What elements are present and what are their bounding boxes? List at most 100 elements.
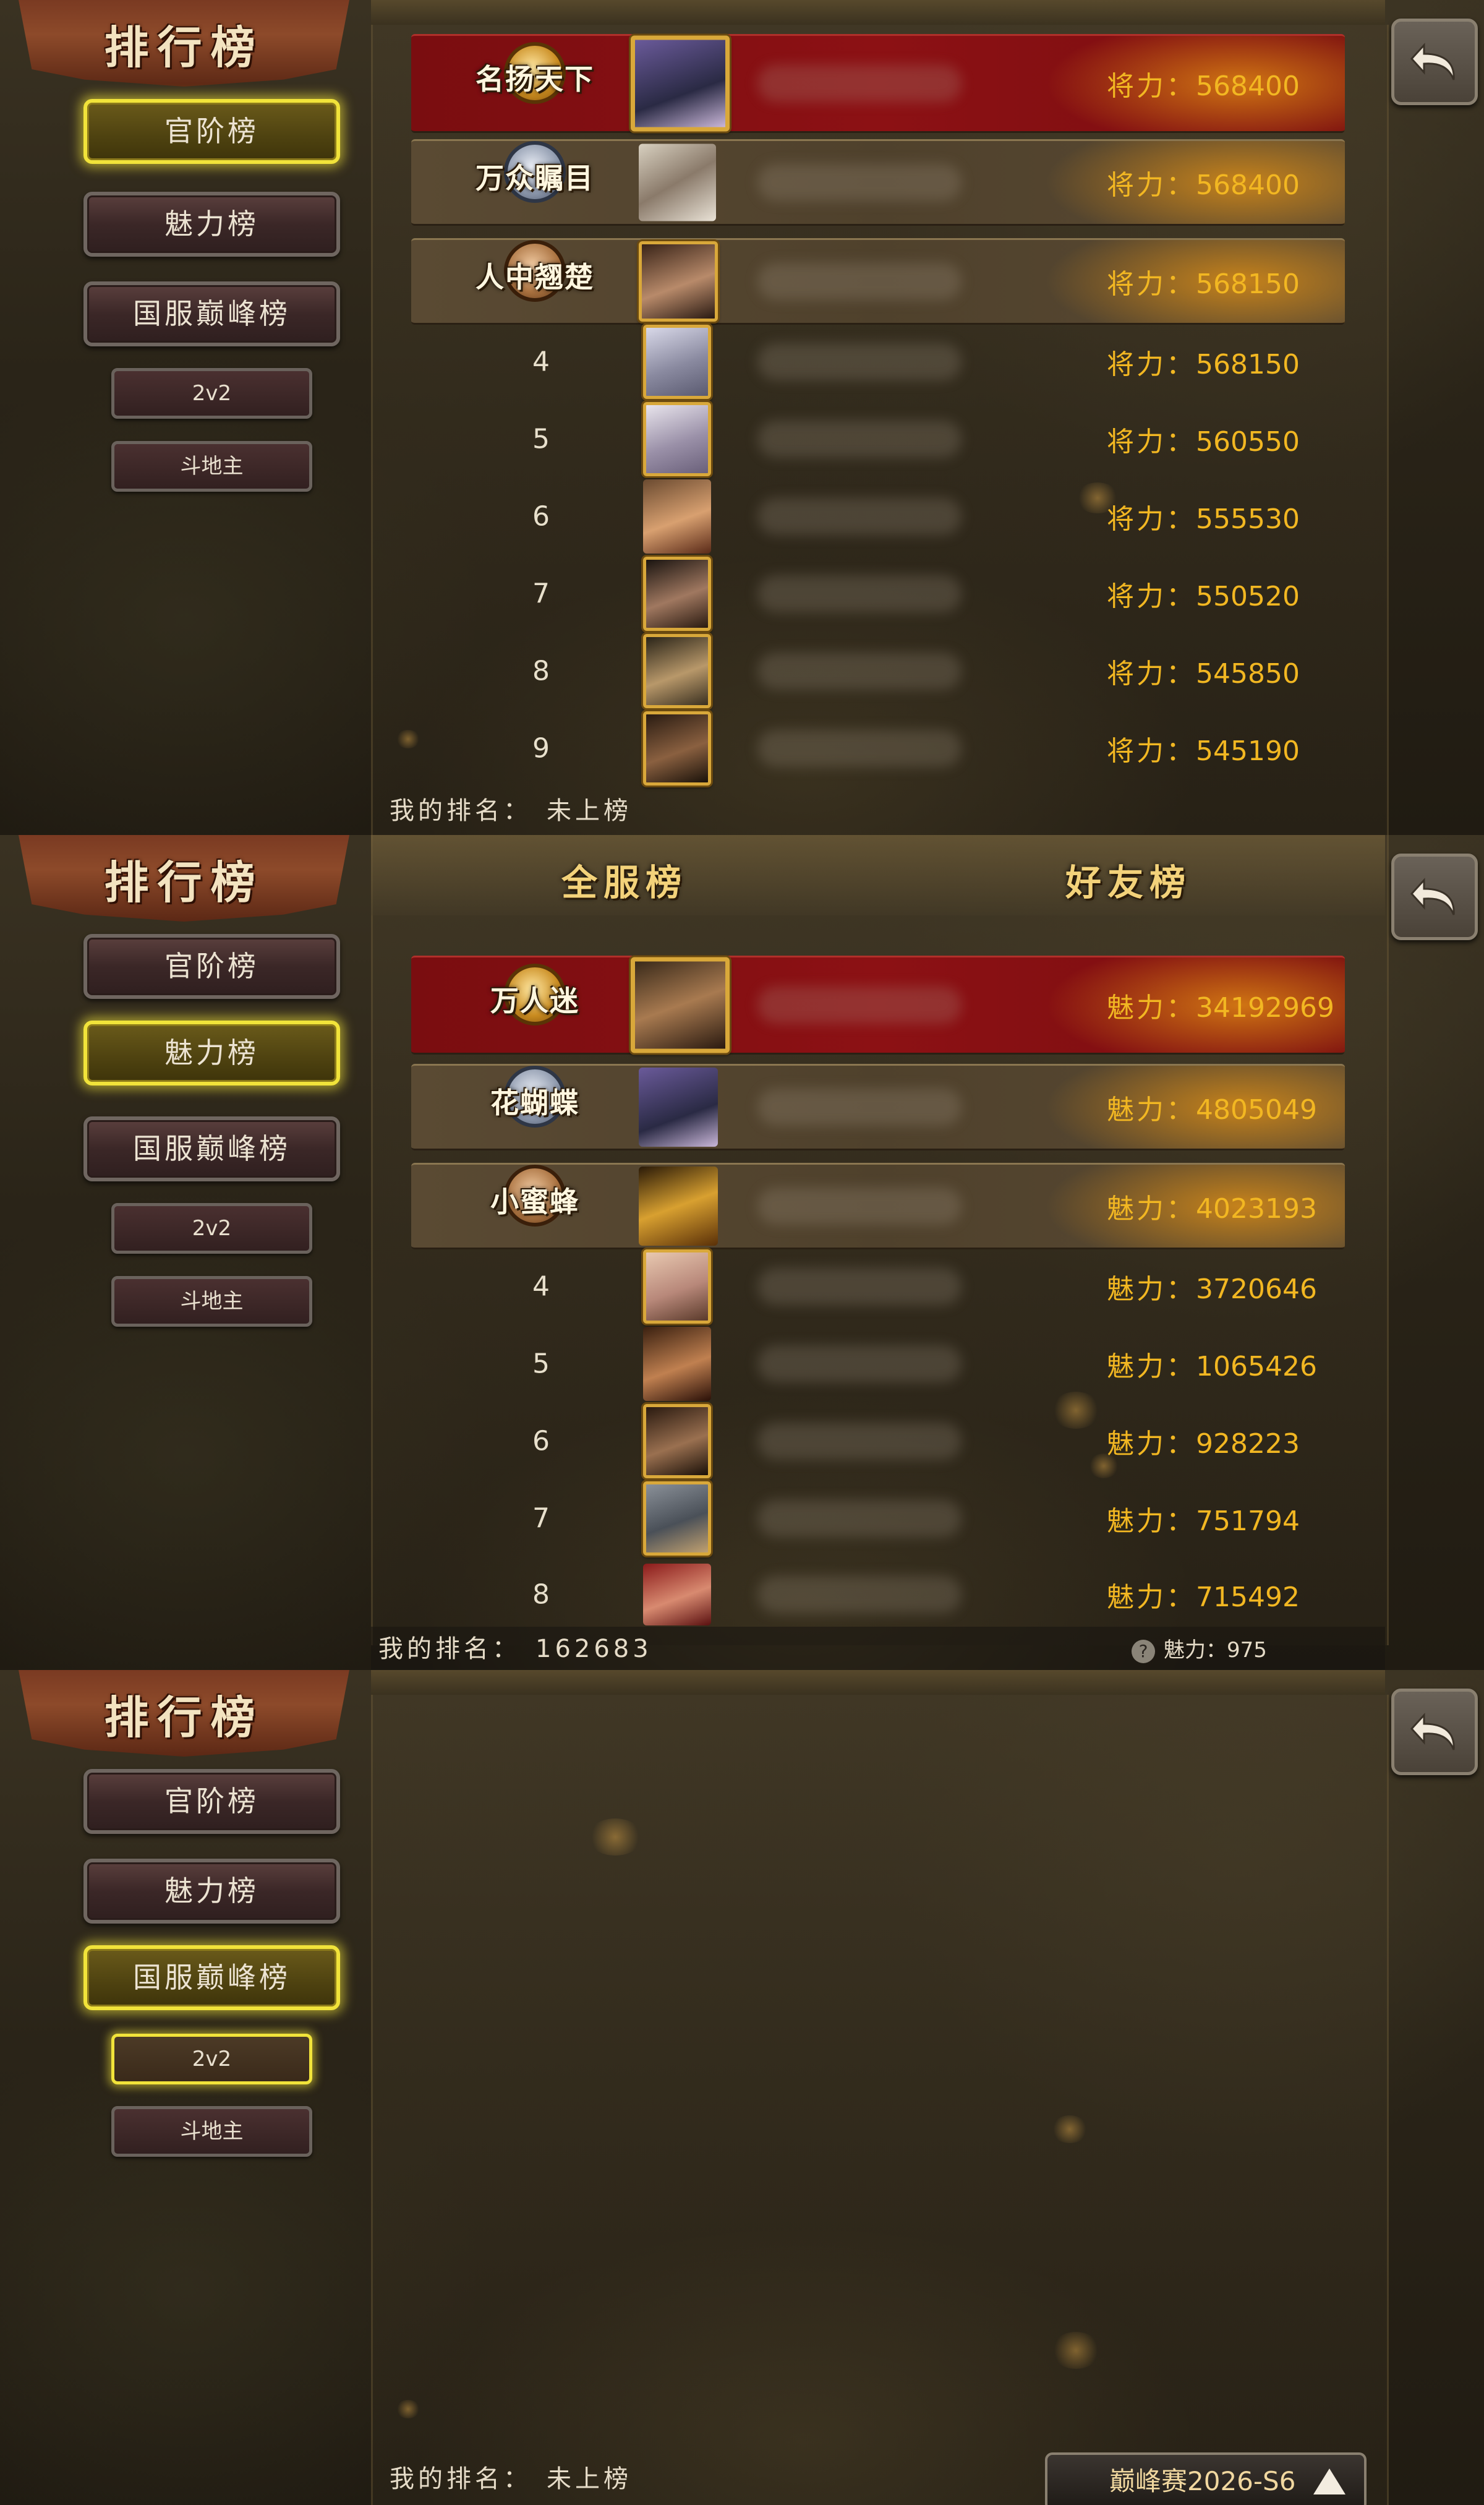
menu-official-rank[interactable]: 官阶榜: [83, 1769, 340, 1834]
charm-value: 魅力：4805049: [1107, 1094, 1317, 1126]
rank-number: 6: [532, 1425, 550, 1457]
player-avatar[interactable]: [643, 1481, 711, 1556]
ranking-row[interactable]: 5 魅力：1065426: [411, 1327, 1345, 1401]
page-title: 排行榜: [104, 856, 264, 909]
player-avatar[interactable]: [639, 1167, 718, 1246]
ranking-row[interactable]: 7 将力：550520: [411, 557, 1345, 631]
player-name-blurred: [757, 1500, 962, 1537]
player-name-blurred: [757, 653, 962, 690]
charm-value: 魅力：4023193: [1107, 1193, 1317, 1225]
power-value: 将力：568400: [1107, 169, 1300, 201]
rank-number: 4: [532, 1270, 550, 1303]
player-avatar[interactable]: [631, 35, 730, 132]
menu-official-rank[interactable]: 官阶榜: [83, 99, 340, 164]
menu-national-peak-rank[interactable]: 国服巅峰榜: [83, 281, 340, 346]
ranking-row[interactable]: 8 魅力：715492: [411, 1562, 1345, 1627]
player-avatar[interactable]: [639, 1068, 718, 1147]
medal-title: 人中翘楚: [475, 260, 594, 294]
player-avatar[interactable]: [643, 325, 711, 399]
player-name-blurred: [757, 1188, 962, 1225]
ranking-row[interactable]: 万众瞩目 将力：568400: [411, 139, 1345, 226]
submenu-2v2[interactable]: 2v2: [111, 1203, 312, 1254]
menu-official-rank[interactable]: 官阶榜: [83, 934, 340, 999]
menu-charm-rank[interactable]: 魅力榜: [83, 1859, 340, 1924]
back-arrow-icon: [1410, 43, 1455, 80]
player-avatar[interactable]: [643, 711, 711, 786]
power-value: 将力：568150: [1107, 268, 1300, 300]
rank-number: 4: [532, 346, 550, 378]
player-avatar[interactable]: [639, 143, 716, 221]
season-select-button[interactable]: 巅峰赛2026-S6: [1045, 2452, 1367, 2505]
screen-rank-charm: 全服榜 好友榜 排行榜 官阶榜 魅力榜 国服巅峰榜 2v2 斗地主 万人迷 魅力…: [0, 835, 1484, 1670]
submenu-2v2[interactable]: 2v2: [111, 2034, 312, 2084]
charm-value: 魅力：715492: [1107, 1581, 1300, 1613]
rank-number: 8: [532, 655, 550, 687]
back-button[interactable]: [1391, 19, 1478, 105]
question-icon[interactable]: ?: [1132, 1639, 1155, 1663]
medal-title: 万众瞩目: [475, 161, 594, 195]
ranking-row[interactable]: 6 魅力：928223: [411, 1404, 1345, 1478]
menu-charm-rank[interactable]: 魅力榜: [83, 1021, 340, 1086]
power-value: 将力：568400: [1107, 71, 1300, 102]
panel-top-frame: [371, 0, 1385, 25]
ranking-row[interactable]: 花蝴蝶 魅力：4805049: [411, 1064, 1345, 1150]
player-avatar[interactable]: [643, 479, 711, 554]
player-avatar[interactable]: [643, 402, 711, 476]
submenu-doudizhu[interactable]: 斗地主: [111, 1276, 312, 1327]
player-avatar[interactable]: [643, 1249, 711, 1324]
player-name-blurred: [757, 65, 962, 102]
ranking-row[interactable]: 6 将力：555530: [411, 479, 1345, 554]
player-avatar[interactable]: [631, 957, 730, 1053]
charm-value: 魅力：3720646: [1107, 1274, 1317, 1305]
power-value: 将力：545190: [1107, 735, 1300, 767]
player-name-blurred: [757, 1575, 962, 1613]
submenu-doudizhu[interactable]: 斗地主: [111, 2106, 312, 2157]
silver-medal-icon: 万众瞩目: [475, 136, 593, 229]
ranking-row[interactable]: 小蜜蜂 魅力：4023193: [411, 1163, 1345, 1249]
player-avatar[interactable]: [643, 1404, 711, 1478]
menu-national-peak-rank[interactable]: 国服巅峰榜: [83, 1116, 340, 1181]
ranking-row[interactable]: 8 将力：545850: [411, 634, 1345, 708]
rank-number: 7: [532, 578, 550, 610]
medal-title: 名扬天下: [475, 62, 594, 96]
gold-medal-icon: 万人迷: [485, 959, 584, 1051]
ranking-row[interactable]: 人中翘楚 将力：568150: [411, 238, 1345, 325]
player-name-blurred: [757, 1423, 962, 1460]
bronze-medal-icon: 小蜜蜂: [485, 1160, 584, 1252]
ranking-row[interactable]: 4 魅力：3720646: [411, 1249, 1345, 1324]
player-name-blurred: [757, 1268, 962, 1305]
back-button[interactable]: [1391, 1689, 1478, 1775]
ranking-row[interactable]: 5 将力：560550: [411, 402, 1345, 476]
submenu-doudizhu[interactable]: 斗地主: [111, 441, 312, 492]
gold-medal-icon: 名扬天下: [475, 37, 593, 130]
tab-friend-rank[interactable]: 好友榜: [943, 854, 1314, 906]
ranking-row[interactable]: 4 将力：568150: [411, 325, 1345, 399]
player-avatar[interactable]: [643, 557, 711, 631]
charm-value: 魅力：928223: [1107, 1428, 1300, 1460]
panel-top-frame: [371, 1670, 1385, 1695]
player-avatar[interactable]: [639, 241, 718, 322]
player-name-blurred: [757, 987, 962, 1024]
player-name-blurred: [757, 730, 962, 767]
player-name-blurred: [757, 263, 962, 300]
ranking-row[interactable]: 名扬天下 将力：568400: [411, 34, 1345, 133]
my-rank: 我的排名： 未上榜: [390, 2465, 632, 2493]
ranking-row[interactable]: 9 将力：545190: [411, 711, 1345, 786]
menu-charm-rank[interactable]: 魅力榜: [83, 192, 340, 257]
tab-server-rank[interactable]: 全服榜: [439, 854, 810, 906]
player-avatar[interactable]: [643, 634, 711, 708]
medal-title: 小蜜蜂: [490, 1185, 579, 1218]
power-value: 将力：560550: [1107, 426, 1300, 458]
submenu-2v2[interactable]: 2v2: [111, 368, 312, 419]
rank-number: 7: [532, 1502, 550, 1535]
player-avatar[interactable]: [643, 1327, 711, 1401]
player-avatar[interactable]: [643, 1563, 711, 1625]
screen-rank-official: 排行榜 官阶榜 魅力榜 国服巅峰榜 2v2 斗地主 名扬天下 将力：568400…: [0, 0, 1484, 835]
ranking-row[interactable]: 7 魅力：751794: [411, 1481, 1345, 1556]
menu-national-peak-rank[interactable]: 国服巅峰榜: [83, 1945, 340, 2010]
ranking-row[interactable]: 万人迷 魅力：34192969: [411, 956, 1345, 1055]
back-arrow-icon: [1410, 1713, 1455, 1750]
silver-medal-icon: 花蝴蝶: [485, 1061, 584, 1154]
medal-title: 花蝴蝶: [490, 1086, 579, 1120]
back-button[interactable]: [1391, 854, 1478, 940]
